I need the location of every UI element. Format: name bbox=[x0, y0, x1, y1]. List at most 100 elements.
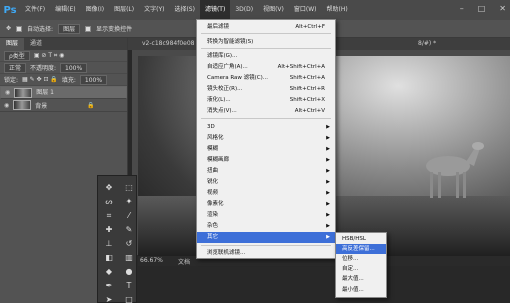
eyedropper-tool-icon[interactable]: ⁄ bbox=[120, 210, 138, 222]
minimize-icon[interactable]: – bbox=[460, 4, 464, 13]
close-icon[interactable]: ✕ bbox=[499, 4, 506, 13]
layer-select-dropdown[interactable]: 图层 bbox=[58, 23, 81, 34]
menu-item-label: 浏览联机滤镜... bbox=[207, 250, 246, 256]
filter-menu-item-2[interactable]: 滤镜库(G)... bbox=[197, 51, 335, 62]
move-tool-icon[interactable]: ✥ bbox=[100, 182, 118, 194]
submenu-item-1[interactable]: 高反差保留... bbox=[336, 244, 386, 254]
history-brush-tool-icon[interactable]: ↺ bbox=[120, 238, 138, 250]
filter-menu-item-17[interactable]: 杂色 ▶ bbox=[197, 221, 335, 232]
fill-input[interactable]: 100% bbox=[79, 74, 108, 85]
menu-7[interactable]: 3D(D) bbox=[230, 0, 258, 20]
eye-icon[interactable]: ◉ bbox=[4, 102, 9, 109]
shape-tool-icon[interactable]: □ bbox=[120, 294, 138, 306]
submenu-item-3[interactable]: 自定... bbox=[336, 264, 386, 274]
menu-item-label: 模糊画廊 bbox=[207, 157, 230, 163]
menu-8[interactable]: 视图(V) bbox=[258, 0, 289, 20]
submenu-item-2[interactable]: 位移... bbox=[336, 254, 386, 264]
filter-menu-item-6[interactable]: 液化(L)... Shift+Ctrl+X bbox=[197, 95, 335, 106]
lasso-tool-icon[interactable]: ᔕ bbox=[100, 196, 118, 208]
filter-menu-item-11[interactable]: 模糊画廊 ▶ bbox=[197, 155, 335, 166]
eraser-tool-icon[interactable]: ◧ bbox=[100, 252, 118, 264]
menu-item-shortcut: Alt+Ctrl+F bbox=[295, 24, 325, 30]
magic-wand-tool-icon[interactable]: ✦ bbox=[120, 196, 138, 208]
submenu-arrow-icon: ▶ bbox=[326, 157, 330, 163]
dodge-tool-icon[interactable]: ● bbox=[120, 266, 138, 278]
submenu-arrow-icon: ▶ bbox=[326, 179, 330, 185]
menu-item-label: 其它 bbox=[207, 234, 219, 240]
kind-filter-select[interactable]: ρ类型 bbox=[4, 50, 30, 61]
filter-menu-item-19[interactable]: 浏览联机滤镜... bbox=[197, 248, 335, 259]
filter-menu-item-9[interactable]: 风格化 ▶ bbox=[197, 133, 335, 144]
stamp-tool-icon[interactable]: ⊥ bbox=[100, 238, 118, 250]
layer-row-background[interactable]: ◉ 背景 🔒 bbox=[0, 99, 127, 112]
menu-separator bbox=[201, 48, 331, 49]
menu-1[interactable]: 编辑(E) bbox=[50, 0, 80, 20]
filter-menu-item-3[interactable]: 自适应广角(A)... Alt+Shift+Ctrl+A bbox=[197, 62, 335, 73]
show-transform-checkbox[interactable] bbox=[85, 25, 92, 32]
document-tab-title-right: 8/#) * bbox=[418, 40, 437, 47]
menu-item-label: Camera Raw 滤镜(C)... bbox=[207, 75, 269, 81]
menu-4[interactable]: 文字(Y) bbox=[139, 0, 169, 20]
menu-9[interactable]: 窗口(W) bbox=[289, 0, 322, 20]
filter-icons[interactable]: ▣ ⊘ T ⌗ ◉ bbox=[34, 52, 65, 60]
opacity-input[interactable]: 100% bbox=[60, 62, 88, 73]
filter-menu-item-14[interactable]: 视频 ▶ bbox=[197, 188, 335, 199]
crop-tool-icon[interactable]: ⌗ bbox=[100, 210, 118, 222]
path-select-tool-icon[interactable]: ➤ bbox=[100, 294, 118, 306]
menu-0[interactable]: 文件(F) bbox=[20, 0, 50, 20]
auto-select-label: 自动选择: bbox=[27, 26, 54, 33]
tab-channels[interactable]: 通道 bbox=[24, 38, 48, 50]
filter-menu-item-8[interactable]: 3D ▶ bbox=[197, 122, 335, 133]
filter-menu-item-18[interactable]: 其它 ▶ bbox=[197, 232, 335, 243]
eye-icon[interactable]: ◉ bbox=[5, 88, 10, 97]
menu-10[interactable]: 帮助(H) bbox=[322, 0, 353, 20]
zoom-level[interactable]: 66.67% bbox=[140, 257, 163, 264]
layer-thumbnail bbox=[14, 87, 33, 98]
healing-tool-icon[interactable]: ✚ bbox=[100, 224, 118, 236]
blur-tool-icon[interactable]: ◆ bbox=[100, 266, 118, 278]
pen-tool-icon[interactable]: ✒ bbox=[100, 280, 118, 292]
layer-row-1[interactable]: ◉ 图层 1 bbox=[0, 86, 127, 99]
menu-5[interactable]: 选择(S) bbox=[169, 0, 200, 20]
filter-menu-item-4[interactable]: Camera Raw 滤镜(C)... Shift+Ctrl+A bbox=[197, 73, 335, 84]
document-tab-title: v2-c18c984f0e08 bbox=[142, 40, 195, 47]
menu-separator bbox=[201, 118, 331, 119]
submenu-arrow-icon: ▶ bbox=[326, 190, 330, 196]
submenu-item-5[interactable]: 最小值... bbox=[336, 285, 386, 295]
filter-menu-item-16[interactable]: 渲染 ▶ bbox=[197, 210, 335, 221]
filter-menu-item-7[interactable]: 消失点(V)... Alt+Ctrl+V bbox=[197, 106, 335, 117]
marquee-tool-icon[interactable]: ⬚ bbox=[120, 182, 138, 194]
menu-6[interactable]: 滤镜(T) bbox=[199, 0, 231, 20]
gradient-tool-icon[interactable]: ▥ bbox=[120, 252, 138, 264]
maximize-icon[interactable]: □ bbox=[478, 4, 486, 13]
menu-item-label: 扭曲 bbox=[207, 168, 219, 174]
menu-item-label: 风格化 bbox=[207, 135, 224, 141]
filter-menu-item-15[interactable]: 像素化 ▶ bbox=[197, 199, 335, 210]
submenu-arrow-icon: ▶ bbox=[326, 124, 330, 130]
filter-menu-item-12[interactable]: 扭曲 ▶ bbox=[197, 166, 335, 177]
tab-layers[interactable]: 图层 bbox=[0, 38, 25, 50]
menu-3[interactable]: 图层(L) bbox=[109, 0, 139, 20]
menu-bar: Ps 文件(F) 编辑(E) 图像(I) 图层(L) 文字(Y) 选择(S) 滤镜(T) 3D… bbox=[0, 0, 510, 20]
brush-tool-icon[interactable]: ✎ bbox=[120, 224, 138, 236]
submenu-arrow-icon: ▶ bbox=[326, 212, 330, 218]
filter-menu-item-10[interactable]: 模糊 ▶ bbox=[197, 144, 335, 155]
type-tool-icon[interactable]: T bbox=[120, 280, 138, 292]
submenu-item-0[interactable]: HSB/HSL bbox=[336, 234, 386, 244]
lock-icons[interactable]: ▦ ✎ ✥ ⊡ 🔒 bbox=[22, 76, 58, 83]
filter-menu-item-5[interactable]: 镜头校正(R)... Shift+Ctrl+R bbox=[197, 84, 335, 95]
submenu-arrow-icon: ▶ bbox=[326, 201, 330, 207]
filter-menu: 最后滤镜 Alt+Ctrl+F 转换为智能滤镜(S) 滤镜库(G)... 自适应广角(A… bbox=[196, 19, 336, 259]
menu-item-label: 液化(L)... bbox=[207, 97, 231, 103]
menu-item-shortcut: Shift+Ctrl+R bbox=[289, 86, 325, 92]
auto-select-checkbox[interactable] bbox=[16, 25, 23, 32]
filter-menu-item-0[interactable]: 最后滤镜 Alt+Ctrl+F bbox=[197, 22, 335, 33]
menu-2[interactable]: 图像(I) bbox=[81, 0, 109, 20]
filter-menu-item-13[interactable]: 锐化 ▶ bbox=[197, 177, 335, 188]
menu-item-label: 模糊 bbox=[207, 146, 219, 152]
blend-mode-select[interactable]: 正常 bbox=[4, 62, 27, 73]
filter-menu-item-1[interactable]: 转换为智能滤镜(S) bbox=[197, 37, 335, 48]
move-tool-icon[interactable]: ✥ bbox=[6, 25, 11, 32]
submenu-item-4[interactable]: 最大值... bbox=[336, 274, 386, 284]
menu-item-shortcut: Alt+Shift+Ctrl+A bbox=[277, 64, 325, 70]
